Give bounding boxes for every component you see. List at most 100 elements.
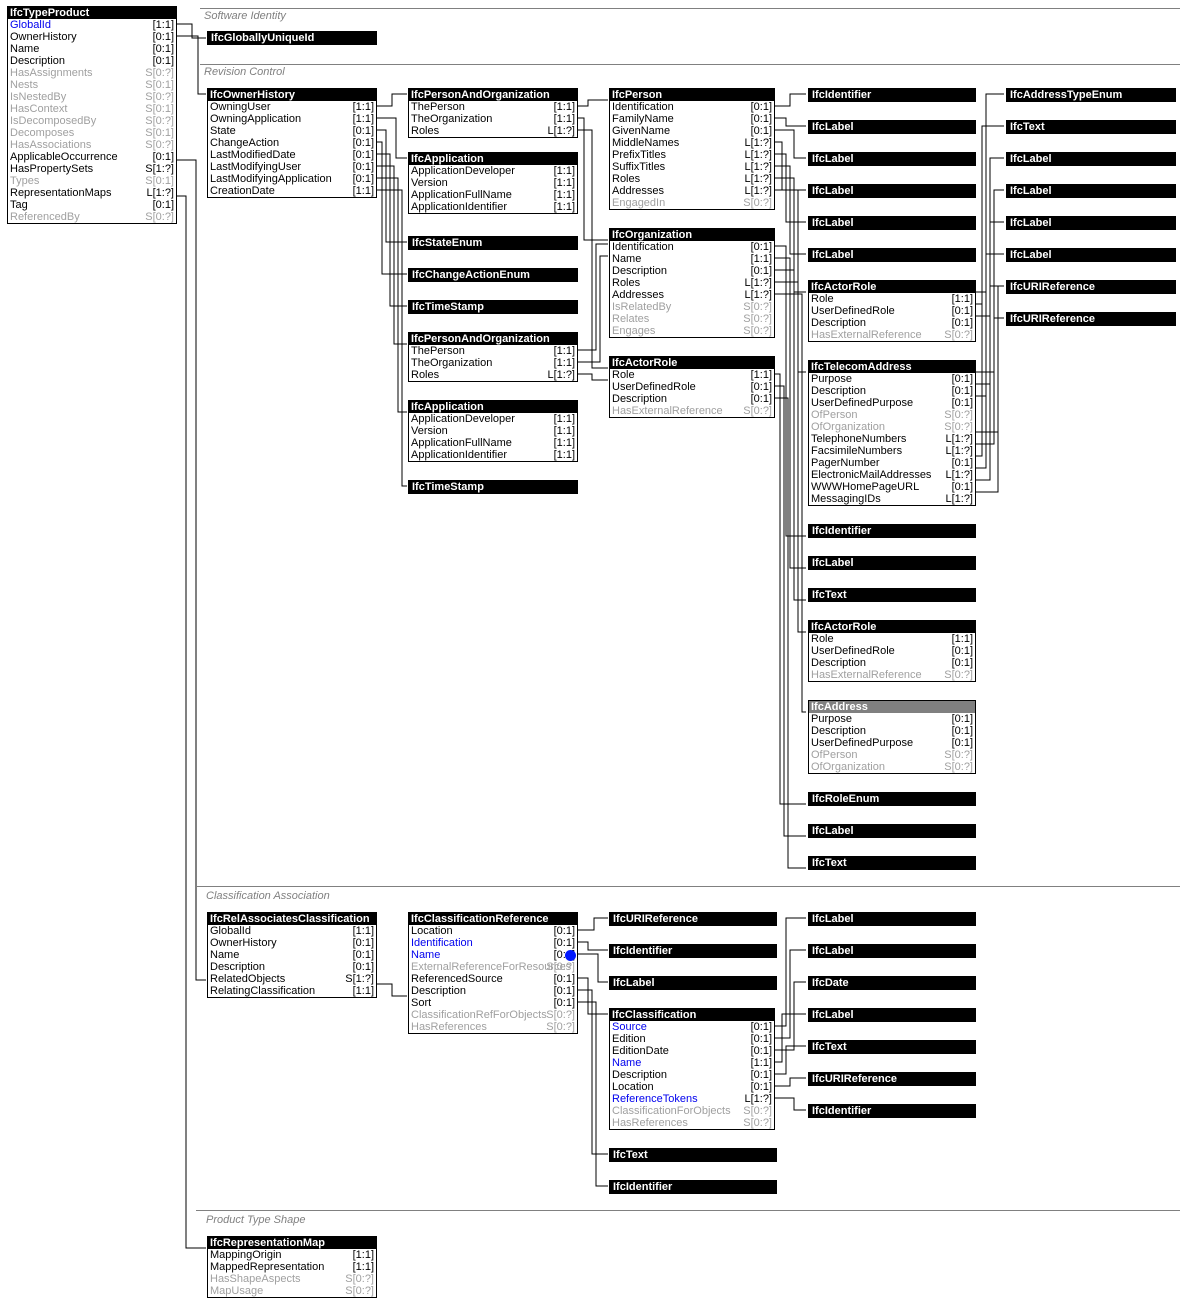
attribute-row[interactable]: Decomposes S[0:1] xyxy=(8,127,176,139)
entity-ifcclassification[interactable]: IfcClassification Source [0:1] Edition [0:1]… xyxy=(609,1008,775,1130)
attribute-row[interactable]: MappingOrigin [1:1] xyxy=(208,1249,376,1261)
attribute-row[interactable]: HasExternalReference S[0:?] xyxy=(809,669,975,681)
entity-ifcapplication-1[interactable]: IfcApplication ApplicationDeveloper [1:1] V… xyxy=(408,152,578,214)
attribute-row[interactable]: Nests S[0:1] xyxy=(8,79,176,91)
attribute-row[interactable]: ReferenceTokens L[1:?] xyxy=(610,1093,774,1105)
attribute-row[interactable]: Engages S[0:?] xyxy=(610,325,774,337)
attribute-row[interactable]: HasReferences S[0:?] xyxy=(610,1117,774,1129)
attribute-row[interactable]: UserDefinedRole [0:1] xyxy=(809,645,975,657)
attribute-row[interactable]: EditionDate [0:1] xyxy=(610,1045,774,1057)
attribute-row[interactable]: HasExternalReference S[0:?] xyxy=(610,405,774,417)
attribute-row[interactable]: Types S[0:1] xyxy=(8,175,176,187)
attribute-row[interactable]: Name [1:1] xyxy=(610,253,774,265)
attribute-row[interactable]: MessagingIDs L[1:?] xyxy=(809,493,975,505)
attribute-row[interactable]: Description [0:1] xyxy=(809,725,975,737)
attribute-row[interactable]: Description [0:1] xyxy=(610,1069,774,1081)
attribute-row[interactable]: HasReferences S[0:?] xyxy=(409,1021,577,1033)
attribute-row[interactable]: ChangeAction [0:1] xyxy=(208,137,376,149)
attribute-row[interactable]: WWWHomePageURL [0:1] xyxy=(809,481,975,493)
attribute-row[interactable]: ApplicationFullName [1:1] xyxy=(409,437,577,449)
entity-ifcpersonandorganization-2[interactable]: IfcPersonAndOrganization ThePerson [1:1] Th… xyxy=(408,332,578,382)
entity-ifcaddress[interactable]: IfcAddress Purpose [0:1] Description [0:1] Us… xyxy=(808,700,976,774)
attribute-row[interactable]: Addresses L[1:?] xyxy=(610,185,774,197)
attribute-row[interactable]: Identification [0:1] xyxy=(610,241,774,253)
attribute-row[interactable]: UserDefinedRole [0:1] xyxy=(610,381,774,393)
attribute-row[interactable]: OfPerson S[0:?] xyxy=(809,409,975,421)
attribute-row[interactable]: HasShapeAspects S[0:?] xyxy=(208,1273,376,1285)
type-box-t-label-6[interactable]: IfcLabel xyxy=(808,556,976,570)
attribute-row[interactable]: Tag [0:1] xyxy=(8,199,176,211)
entity-ifcpersonandorganization-1[interactable]: IfcPersonAndOrganization ThePerson [1:1] Th… xyxy=(408,88,578,138)
attribute-row[interactable]: Name [0:1] xyxy=(208,949,376,961)
type-box-t-label-5[interactable]: IfcLabel xyxy=(808,248,976,262)
attribute-row[interactable]: OwnerHistory [0:1] xyxy=(208,937,376,949)
attribute-row[interactable]: TheOrganization [1:1] xyxy=(409,113,577,125)
type-box-t-roleenum[interactable]: IfcRoleEnum xyxy=(808,792,976,806)
attribute-row[interactable]: MapUsage S[0:?] xyxy=(208,1285,376,1297)
attribute-row[interactable]: FacsimileNumbers L[1:?] xyxy=(809,445,975,457)
attribute-row[interactable]: ThePerson [1:1] xyxy=(409,101,577,113)
type-box-t-label-10[interactable]: IfcLabel xyxy=(1006,216,1176,230)
entity-ifcrepresentationmap[interactable]: IfcRepresentationMap MappingOrigin [1:1] Ma… xyxy=(207,1236,377,1298)
entity-ifcperson[interactable]: IfcPerson Identification [0:1] FamilyName [0… xyxy=(609,88,775,210)
type-box-t-identifier-4[interactable]: IfcIdentifier xyxy=(609,1180,777,1194)
attribute-row[interactable]: UserDefinedPurpose [0:1] xyxy=(809,397,975,409)
type-box-t-globallyuniqueid[interactable]: IfcGloballyUniqueId xyxy=(207,31,377,45)
attribute-row[interactable]: OwnerHistory [0:1] xyxy=(8,31,176,43)
entity-ifcactorrole-1[interactable]: IfcActorRole Role [1:1] UserDefinedRole [0:1… xyxy=(609,356,775,418)
attribute-row[interactable]: CreationDate [1:1] xyxy=(208,185,376,197)
attribute-row[interactable]: ClassificationForObjects S[0:?] xyxy=(610,1105,774,1117)
type-box-t-label-11[interactable]: IfcLabel xyxy=(1006,248,1176,262)
type-box-t-addresstypeenum[interactable]: IfcAddressTypeEnum xyxy=(1006,88,1176,102)
type-box-t-identifier-1[interactable]: IfcIdentifier xyxy=(808,88,976,102)
attribute-row[interactable]: ExternalReferenceForResources S[0:?] xyxy=(409,961,577,973)
attribute-row[interactable]: Roles L[1:?] xyxy=(409,369,577,381)
attribute-row[interactable]: Description [0:1] xyxy=(409,985,577,997)
attribute-row[interactable]: Identification [0:1] xyxy=(409,937,577,949)
entity-ifcapplication-2[interactable]: IfcApplication ApplicationDeveloper [1:1] V… xyxy=(408,400,578,462)
attribute-row[interactable]: ClassificationRefForObjects S[0:?] xyxy=(409,1009,577,1021)
type-box-t-label-13[interactable]: IfcLabel xyxy=(808,912,976,926)
type-box-t-label-15[interactable]: IfcLabel xyxy=(808,1008,976,1022)
attribute-row[interactable]: LastModifyingApplication [0:1] xyxy=(208,173,376,185)
attribute-row[interactable]: LastModifiedDate [0:1] xyxy=(208,149,376,161)
attribute-row[interactable]: Description [0:1] xyxy=(809,657,975,669)
attribute-row[interactable]: Name [1:1] xyxy=(610,1057,774,1069)
attribute-row[interactable]: Relates S[0:?] xyxy=(610,313,774,325)
attribute-row[interactable]: Role [1:1] xyxy=(610,369,774,381)
type-box-t-text-3[interactable]: IfcText xyxy=(1006,120,1176,134)
attribute-row[interactable]: TheOrganization [1:1] xyxy=(409,357,577,369)
type-box-t-timestamp-2[interactable]: IfcTimeStamp xyxy=(408,480,578,494)
attribute-row[interactable]: Sort [0:1] xyxy=(409,997,577,1009)
attribute-row[interactable]: Description [0:1] xyxy=(8,55,176,67)
attribute-row[interactable]: ApplicableOccurrence [0:1] xyxy=(8,151,176,163)
entity-ifctypeproduct[interactable]: IfcTypeProduct GlobalId [1:1] OwnerHistory [… xyxy=(7,6,177,224)
entity-ifctelecomaddress[interactable]: IfcTelecomAddress Purpose [0:1] Description… xyxy=(808,360,976,506)
attribute-row[interactable]: MappedRepresentation [1:1] xyxy=(208,1261,376,1273)
attribute-row[interactable]: ThePerson [1:1] xyxy=(409,345,577,357)
type-box-t-urireference-2[interactable]: IfcURIReference xyxy=(1006,312,1176,326)
attribute-row[interactable]: ApplicationDeveloper [1:1] xyxy=(409,413,577,425)
attribute-row[interactable]: OfPerson S[0:?] xyxy=(809,749,975,761)
attribute-row[interactable]: ElectronicMailAddresses L[1:?] xyxy=(809,469,975,481)
attribute-row[interactable]: Description [0:1] xyxy=(208,961,376,973)
type-box-t-identifier-3[interactable]: IfcIdentifier xyxy=(609,944,777,958)
attribute-row[interactable]: Name [0:1] xyxy=(8,43,176,55)
attribute-row[interactable]: Version [1:1] xyxy=(409,425,577,437)
attribute-row[interactable]: Description [0:1] xyxy=(610,265,774,277)
type-box-t-text-5[interactable]: IfcText xyxy=(808,1040,976,1054)
attribute-row[interactable]: HasContext S[0:1] xyxy=(8,103,176,115)
attribute-row[interactable]: UserDefinedPurpose [0:1] xyxy=(809,737,975,749)
attribute-row[interactable]: HasAssignments S[0:?] xyxy=(8,67,176,79)
attribute-row[interactable]: TelephoneNumbers L[1:?] xyxy=(809,433,975,445)
attribute-row[interactable]: FamilyName [0:1] xyxy=(610,113,774,125)
attribute-row[interactable]: OwningApplication [1:1] xyxy=(208,113,376,125)
attribute-row[interactable]: ApplicationDeveloper [1:1] xyxy=(409,165,577,177)
type-box-t-stateenum[interactable]: IfcStateEnum xyxy=(408,236,578,250)
type-box-t-urireference-4[interactable]: IfcURIReference xyxy=(808,1072,976,1086)
attribute-row[interactable]: OfOrganization S[0:?] xyxy=(809,761,975,773)
entity-ifcrelassociatesclassification[interactable]: IfcRelAssociatesClassification GlobalId [1… xyxy=(207,912,377,998)
attribute-row[interactable]: RepresentationMaps L[1:?] xyxy=(8,187,176,199)
type-box-t-text-1[interactable]: IfcText xyxy=(808,588,976,602)
attribute-row[interactable]: Roles L[1:?] xyxy=(409,125,577,137)
